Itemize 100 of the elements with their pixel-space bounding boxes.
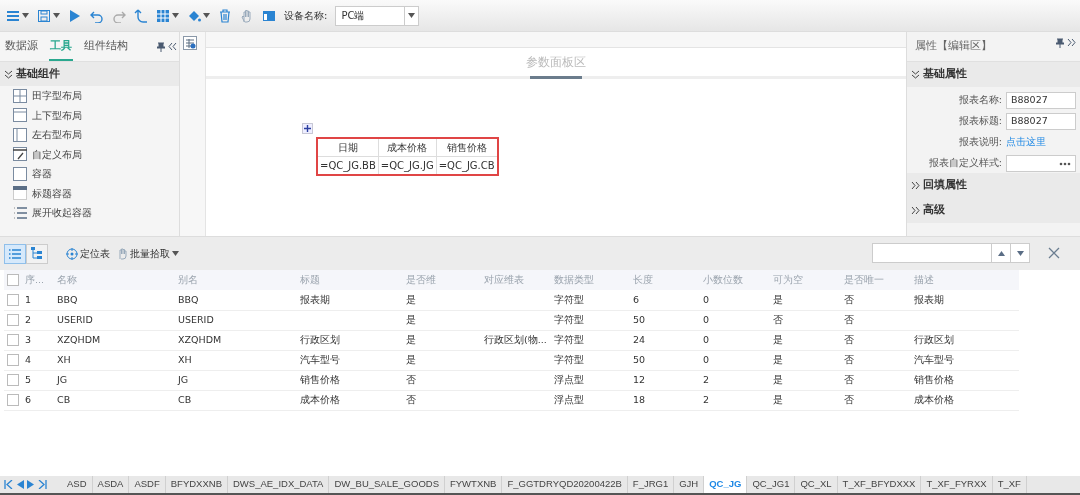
table-cell: 是 [406, 353, 416, 365]
grid-layout-icon [13, 88, 27, 103]
component-item[interactable]: 田字型布局 [0, 86, 179, 106]
section-header[interactable]: 高级 [907, 198, 1080, 223]
crosshair-icon [66, 247, 78, 260]
report-table[interactable]: 日期 成本价格 销售价格 =QC_JG.BB =QC_JG.JG =QC_JG.CB [316, 137, 499, 176]
component-item[interactable]: 左右型布局 [0, 125, 179, 145]
panel-title: 属性【编辑区】 [915, 38, 992, 55]
window-icon [262, 8, 276, 23]
row-checkbox[interactable] [7, 394, 19, 407]
table-cell: 报表期 [300, 293, 330, 305]
table-cell: JG [57, 373, 68, 385]
table-cell: JG [178, 373, 189, 385]
text-field[interactable]: B88027 [1006, 113, 1076, 130]
text-field[interactable]: B88027 [1006, 92, 1076, 109]
select-all-checkbox[interactable] [7, 274, 19, 287]
hand-icon [240, 8, 254, 23]
section-header[interactable]: 基础属性 [907, 62, 1080, 87]
sheet-tab[interactable]: QC_JG [704, 476, 748, 493]
table-cell: 销售价格 [300, 373, 340, 385]
table-cell: 50 [633, 353, 646, 365]
table-cell: 是 [406, 333, 416, 345]
search-field[interactable] [872, 243, 1030, 263]
caret-icon [172, 251, 179, 256]
row-checkbox[interactable] [7, 374, 19, 387]
table-header-cell: 日期 [317, 138, 379, 157]
table-cell: 是 [773, 293, 783, 305]
field-label: 报表自定义样式: [928, 156, 1002, 171]
field-label: 报表标题: [958, 114, 1002, 129]
component-item[interactable]: 容器 [0, 164, 179, 184]
table-cell: 12 [633, 373, 646, 385]
component-item[interactable]: 上下型布局 [0, 105, 179, 125]
table-cell: 否 [844, 393, 854, 405]
component-item[interactable]: 展开收起容器 [0, 203, 179, 223]
locate-button[interactable]: 定位表 [66, 246, 110, 261]
device-dropdown[interactable]: PC端 [335, 5, 420, 26]
table-cell: 销售价格 [914, 373, 954, 385]
table-cell: 24 [633, 333, 646, 345]
list-icon [8, 247, 22, 260]
table-cell: 2 [703, 373, 710, 385]
first-page-icon[interactable] [4, 480, 13, 489]
table-cell: USERID [57, 313, 93, 325]
close-button[interactable] [1048, 245, 1060, 260]
table-cell: 6 [25, 393, 32, 405]
table-cell: 18 [633, 393, 646, 405]
collapse-left-icon[interactable] [168, 41, 177, 51]
table-cell: 字符型 [554, 353, 584, 365]
row-checkbox[interactable] [7, 294, 19, 307]
table-cell: 50 [633, 313, 646, 325]
chevron-right-icon [911, 181, 920, 190]
section-header[interactable]: 回填属性 [907, 173, 1080, 198]
view-toggle[interactable] [26, 243, 48, 264]
previous-icon[interactable] [16, 480, 24, 489]
table-cell: 否 [406, 393, 416, 405]
tree-icon [30, 247, 44, 260]
move-icon[interactable] [302, 123, 313, 134]
collapse-handle[interactable] [530, 76, 582, 79]
table-cell: 浮点型 [554, 393, 584, 405]
table-cell: CB [57, 393, 71, 405]
table-cell: 6 [633, 293, 640, 305]
grid-icon [156, 8, 170, 23]
batch-pick-button[interactable]: 批量拾取 [118, 246, 179, 261]
table-cell: 1 [25, 293, 32, 305]
table-cell: 是 [406, 313, 416, 325]
last-page-icon[interactable] [38, 480, 47, 489]
table-cell: XH [178, 353, 192, 365]
play-icon [68, 8, 82, 23]
component-item[interactable]: 自定义布局 [0, 144, 179, 164]
table-cell: 2 [703, 393, 710, 405]
pin-icon[interactable] [1056, 38, 1064, 48]
description-link[interactable]: 点击这里 [1006, 135, 1076, 150]
section-header[interactable]: 基础组件 [0, 62, 179, 86]
panel-tab[interactable]: 数据源 [4, 32, 39, 62]
row-checkbox[interactable] [7, 354, 19, 367]
grid-info-icon[interactable] [183, 36, 197, 50]
device-label: 设备名称: [284, 9, 328, 23]
table-cell: 2 [25, 313, 32, 325]
panel-tab[interactable]: 组件结构 [83, 32, 129, 62]
style-field[interactable] [1006, 155, 1076, 172]
table-cell: 是 [773, 373, 783, 385]
table-cell: USERID [178, 313, 214, 325]
list-icon [13, 205, 27, 220]
table-cell: 否 [844, 313, 854, 325]
table-cell: 成本价格 [914, 393, 954, 405]
table-cell: 行政区划 [300, 333, 340, 345]
table-cell: 汽车型号 [300, 353, 340, 365]
next-icon[interactable] [27, 480, 35, 489]
table-cell: 否 [844, 333, 854, 345]
up-arrow-icon [134, 8, 148, 23]
close-icon [1048, 247, 1060, 259]
columns-layout-icon [13, 127, 27, 142]
pin-icon[interactable] [157, 41, 165, 52]
row-checkbox[interactable] [7, 314, 19, 327]
expand-right-icon[interactable] [1067, 38, 1076, 47]
down-triangle-icon [1016, 250, 1024, 256]
table-cell: 报表期 [914, 293, 944, 305]
view-toggle[interactable] [4, 243, 26, 264]
row-checkbox[interactable] [7, 334, 19, 347]
component-item[interactable]: 标题容器 [0, 183, 179, 203]
table-cell: 是 [773, 393, 783, 405]
